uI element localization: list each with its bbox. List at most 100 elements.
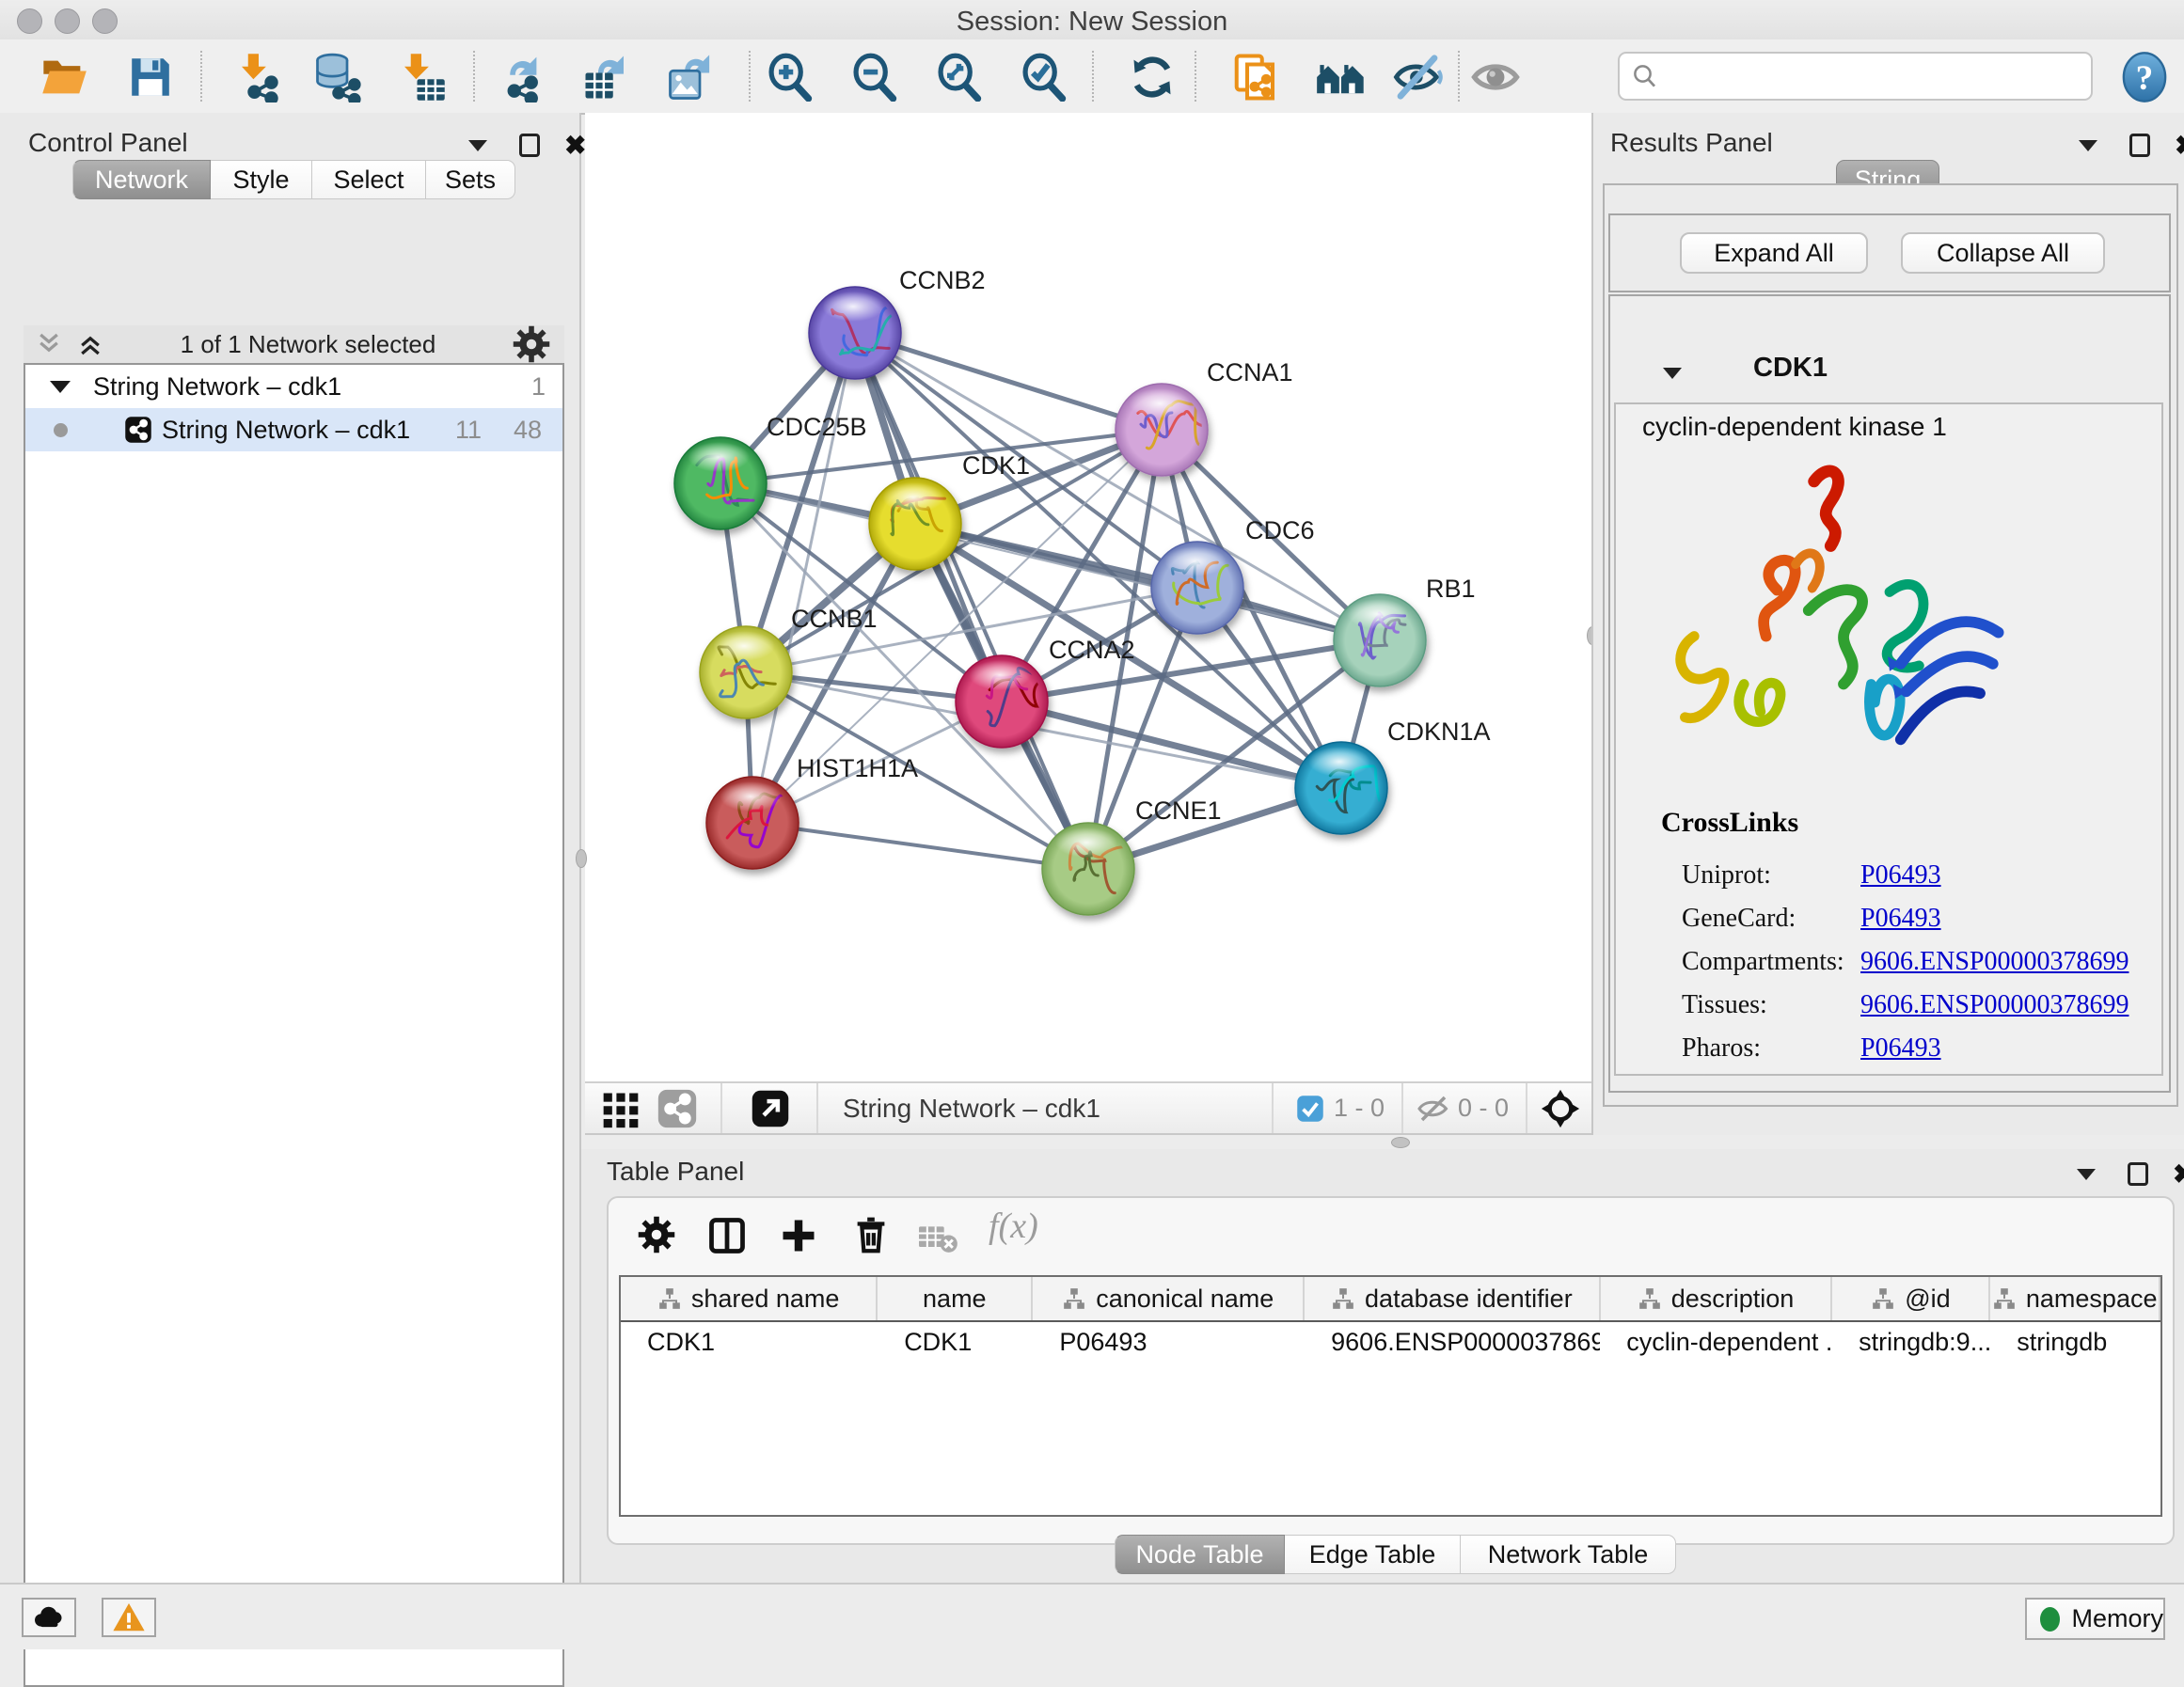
shared-column-icon bbox=[1062, 1286, 1086, 1311]
show-graphics-details-button[interactable] bbox=[1469, 51, 1522, 103]
table-tabs: Node TableEdge TableNetwork Table bbox=[1115, 1535, 1676, 1574]
left-splitter-handle[interactable] bbox=[576, 849, 587, 868]
import-network-from-database-button[interactable] bbox=[312, 51, 365, 103]
crosslink-link[interactable]: P06493 bbox=[1860, 860, 1941, 891]
cloud-button[interactable] bbox=[22, 1598, 76, 1637]
entry-collapse-icon[interactable] bbox=[1663, 368, 1682, 379]
toolbar-separator bbox=[749, 51, 751, 102]
save-session-button[interactable] bbox=[124, 51, 177, 103]
copy-network-icon bbox=[1230, 52, 1281, 102]
table-cell[interactable]: cyclin-dependent ... bbox=[1600, 1328, 1832, 1357]
zoom-selected-button[interactable] bbox=[1018, 51, 1070, 103]
node-label-CCNE1: CCNE1 bbox=[1135, 796, 1222, 825]
expand-all-button[interactable]: Expand All bbox=[1680, 232, 1868, 274]
tab-select[interactable]: Select bbox=[312, 160, 426, 199]
zoom-fit-button[interactable] bbox=[933, 51, 986, 103]
table-options-gear-icon[interactable] bbox=[637, 1215, 676, 1259]
network-edge-CCNB2-CCNE1[interactable] bbox=[855, 333, 1088, 869]
crosshair-icon[interactable] bbox=[1541, 1089, 1580, 1128]
hidden-eye-slash-icon bbox=[1416, 1092, 1450, 1126]
float-panel-icon[interactable] bbox=[519, 134, 540, 157]
crosslink-link[interactable]: 9606.ENSP00000378699 bbox=[1860, 947, 2129, 977]
tab-network-table[interactable]: Network Table bbox=[1461, 1535, 1676, 1574]
column-header-name[interactable]: name bbox=[878, 1277, 1033, 1320]
open-session-button[interactable] bbox=[38, 51, 90, 103]
memory-button[interactable]: Memory bbox=[2025, 1598, 2165, 1640]
table-cell[interactable]: stringdb bbox=[1990, 1328, 2160, 1357]
import-table-button[interactable] bbox=[395, 51, 448, 103]
column-header--id[interactable]: @id bbox=[1832, 1277, 1990, 1320]
tab-sets[interactable]: Sets bbox=[426, 160, 515, 199]
show-all-networks-button[interactable] bbox=[1315, 51, 1368, 103]
search-field[interactable] bbox=[1618, 52, 2093, 101]
column-header-namespace[interactable]: namespace bbox=[1990, 1277, 2160, 1320]
column-header-description[interactable]: description bbox=[1601, 1277, 1833, 1320]
expand-all-icon[interactable] bbox=[76, 330, 104, 358]
network-share-icon[interactable] bbox=[657, 1088, 698, 1129]
crosslink-link[interactable]: 9606.ENSP00000378699 bbox=[1860, 990, 2129, 1020]
results-panel-title: Results Panel bbox=[1610, 128, 1773, 158]
delete-column-icon[interactable] bbox=[849, 1213, 893, 1256]
table-cell[interactable]: P06493 bbox=[1033, 1328, 1305, 1357]
network-edge-CCNE1-HIST1H1A[interactable] bbox=[752, 823, 1088, 869]
network-node-CDKN1A[interactable]: CDKN1A bbox=[1295, 717, 1491, 834]
network-edge-CCNB2-CCNA1[interactable] bbox=[855, 333, 1162, 430]
tab-network[interactable]: Network bbox=[72, 160, 211, 199]
table-cell[interactable]: 9606.ENSP00000378699 bbox=[1305, 1328, 1600, 1357]
collapse-all-icon[interactable] bbox=[35, 330, 63, 358]
function-builder-icon: f(x) bbox=[989, 1206, 1038, 1247]
new-network-from-selection-button[interactable] bbox=[1229, 51, 1282, 103]
network-node-CCNA1[interactable]: CCNA1 bbox=[1116, 358, 1293, 476]
float-panel-icon[interactable] bbox=[2129, 134, 2150, 157]
float-panel-icon[interactable] bbox=[2128, 1162, 2148, 1186]
collection-expand-icon[interactable] bbox=[50, 381, 71, 393]
collapse-all-button[interactable]: Collapse All bbox=[1901, 232, 2105, 274]
tab-node-table[interactable]: Node Table bbox=[1115, 1535, 1285, 1574]
birdseye-grid-icon[interactable] bbox=[600, 1088, 641, 1129]
hide-selected-button[interactable] bbox=[1391, 51, 1444, 103]
column-header-database-identifier[interactable]: database identifier bbox=[1305, 1277, 1600, 1320]
network-row-selected[interactable]: String Network – cdk1 11 48 bbox=[25, 408, 562, 451]
network-collection-row[interactable]: String Network – cdk1 1 bbox=[25, 365, 562, 408]
import-network-button[interactable] bbox=[232, 51, 285, 103]
add-column-icon[interactable] bbox=[778, 1215, 819, 1256]
tab-edge-table[interactable]: Edge Table bbox=[1285, 1535, 1461, 1574]
close-panel-icon[interactable]: ✖ bbox=[2175, 135, 2184, 156]
tab-style[interactable]: Style bbox=[211, 160, 312, 199]
network-options-gear-icon[interactable] bbox=[512, 324, 551, 364]
houses-icon bbox=[1315, 51, 1368, 103]
column-header-shared-name[interactable]: shared name bbox=[621, 1277, 878, 1320]
search-input[interactable] bbox=[1659, 61, 2067, 92]
selected-checkbox-icon[interactable] bbox=[1296, 1095, 1324, 1123]
help-button[interactable]: ? bbox=[2118, 51, 2171, 103]
network-node-CCNB1[interactable]: CCNB1 bbox=[700, 605, 878, 718]
network-node-RB1[interactable]: RB1 bbox=[1334, 575, 1476, 686]
network-node-CCNE1[interactable]: CCNE1 bbox=[1042, 796, 1222, 915]
close-panel-icon[interactable]: ✖ bbox=[564, 135, 586, 156]
panel-menu-icon[interactable] bbox=[2077, 1169, 2096, 1180]
panel-menu-icon[interactable] bbox=[2079, 140, 2097, 151]
open-in-window-icon[interactable] bbox=[751, 1089, 790, 1128]
network-list-header: 1 of 1 Network selected bbox=[24, 325, 564, 363]
column-header-canonical-name[interactable]: canonical name bbox=[1033, 1277, 1305, 1320]
network-node-HIST1H1A[interactable]: HIST1H1A bbox=[706, 754, 918, 869]
close-panel-icon[interactable]: ✖ bbox=[2173, 1164, 2184, 1185]
zoom-in-button[interactable] bbox=[764, 51, 816, 103]
apply-layout-button[interactable] bbox=[1126, 51, 1179, 103]
horizontal-splitter-handle[interactable] bbox=[1391, 1137, 1410, 1148]
show-columns-icon[interactable] bbox=[706, 1215, 748, 1256]
network-graph[interactable]: CCNB2CCNA1CDC25BCDK1CDC6RB1CCNB1CCNA2CDK… bbox=[585, 113, 1591, 1081]
table-cell[interactable]: CDK1 bbox=[621, 1328, 878, 1357]
crosslink-link[interactable]: P06493 bbox=[1860, 1033, 1941, 1064]
network-canvas[interactable]: CCNB2CCNA1CDC25BCDK1CDC6RB1CCNB1CCNA2CDK… bbox=[585, 113, 1591, 1081]
warning-button[interactable] bbox=[102, 1598, 156, 1637]
export-table-button[interactable] bbox=[580, 51, 633, 103]
panel-menu-icon[interactable] bbox=[468, 140, 487, 151]
table-row[interactable]: CDK1CDK1P064939606.ENSP00000378699cyclin… bbox=[621, 1322, 2160, 1362]
table-cell[interactable]: stringdb:9... bbox=[1832, 1328, 1990, 1357]
export-network-button[interactable] bbox=[499, 51, 551, 103]
export-image-button[interactable] bbox=[665, 51, 718, 103]
zoom-out-button[interactable] bbox=[848, 51, 901, 103]
table-cell[interactable]: CDK1 bbox=[878, 1328, 1033, 1357]
crosslink-link[interactable]: P06493 bbox=[1860, 904, 1941, 934]
